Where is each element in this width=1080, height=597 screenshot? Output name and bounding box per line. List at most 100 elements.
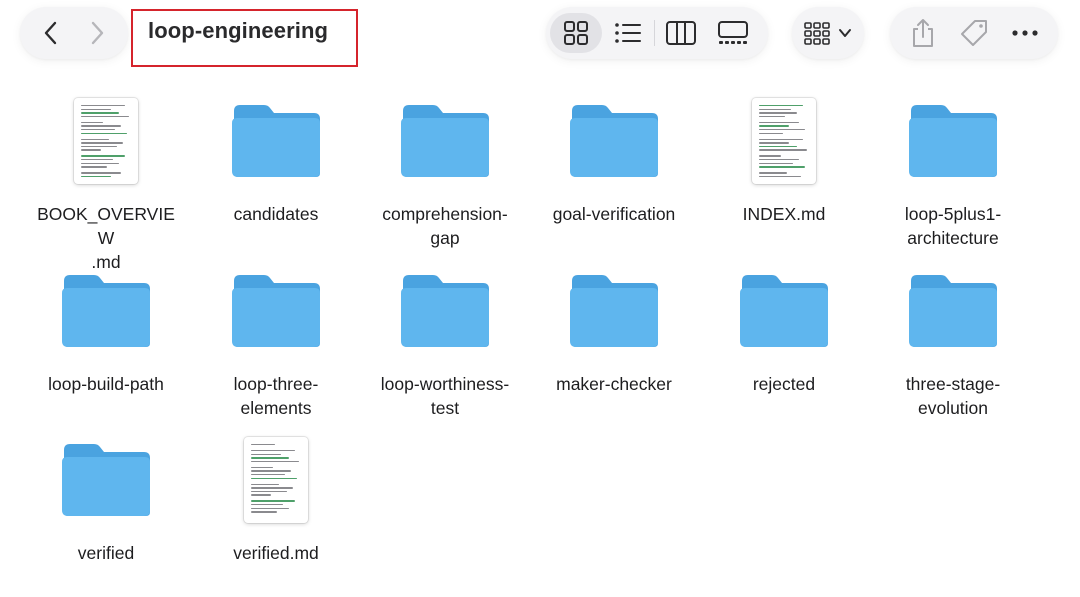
folder-item[interactable]: three-stage-evolution [869,264,1037,420]
item-label-line2: architecture [907,228,999,248]
item-icon-wrap [192,433,360,527]
folder-icon [909,275,997,347]
item-label-line1: rejected [752,374,816,394]
action-group [890,7,1058,59]
item-label-line1: loop-three- [233,374,319,394]
back-button[interactable] [31,13,71,53]
document-icon [244,437,308,523]
icon-view-button[interactable] [550,13,602,53]
item-label-line1: comprehension- [382,204,508,224]
back-icon [44,21,57,45]
share-icon [913,19,934,47]
item-label: three-stage-evolution [878,372,1028,420]
folder-icon [62,444,150,516]
folder-item[interactable]: comprehension-gap [361,94,529,250]
folder-icon [909,105,997,177]
toolbar: loop-engineering [0,0,1080,72]
item-label-line1: verified.md [233,543,319,563]
item-label-line1: loop-build-path [48,374,164,394]
folder-icon [570,105,658,177]
group-control [792,7,864,59]
folder-item[interactable]: loop-worthiness-test [361,264,529,420]
folder-icon [232,275,320,347]
item-label-line1: maker-checker [556,374,672,394]
folder-icon [740,275,828,347]
item-icon-wrap [192,94,360,188]
item-label: loop-build-path [31,372,181,396]
folder-item[interactable]: loop-5plus1- architecture [869,94,1037,250]
item-icon-wrap [869,94,1037,188]
group-by-button[interactable] [798,13,858,53]
item-label-line1: loop-5plus1- [904,204,1002,224]
list-view-button[interactable] [602,13,654,53]
item-label: loop-5plus1- architecture [878,202,1028,250]
folder-item[interactable]: verified [22,433,190,565]
item-label: goal-verification [539,202,689,226]
item-label: loop-three-elements [201,372,351,420]
item-icon-wrap [22,94,190,188]
item-label-line1: goal-verification [552,204,676,224]
item-icon-wrap [192,264,360,358]
view-switcher [546,7,768,59]
item-label-line2: evolution [917,398,989,418]
folder-item[interactable]: loop-build-path [22,264,190,396]
document-icon [74,98,138,184]
gallery-view-button[interactable] [707,13,759,53]
folder-item[interactable]: goal-verification [530,94,698,226]
folder-icon [232,105,320,177]
folder-item[interactable]: candidates [192,94,360,226]
item-icon-wrap [530,264,698,358]
list-view-icon [615,23,641,43]
folder-icon [401,275,489,347]
window-title: loop-engineering [148,18,329,43]
item-label: verified.md [201,541,351,565]
group-icon [804,22,830,45]
folder-item[interactable]: maker-checker [530,264,698,396]
item-label: rejected [709,372,859,396]
document-icon [752,98,816,184]
chevron-down-icon [839,29,851,37]
item-label-line2: elements [240,398,312,418]
folder-icon [570,275,658,347]
item-icon-wrap [361,264,529,358]
item-icon-wrap [869,264,1037,358]
item-label-line1: candidates [233,204,319,224]
item-label: INDEX.md [709,202,859,226]
more-icon [1012,30,1038,36]
folder-item[interactable]: loop-three-elements [192,264,360,420]
item-label: loop-worthiness-test [370,372,520,420]
item-label-line2: test [430,398,460,418]
forward-button[interactable] [77,13,117,53]
folder-item[interactable]: rejected [700,264,868,396]
icon-view-icon [564,21,588,45]
item-label: verified [31,541,181,565]
column-view-icon [666,21,696,45]
item-icon-wrap [22,433,190,527]
item-icon-wrap [530,94,698,188]
item-label-line1: BOOK_OVERVIEW [37,204,175,248]
folder-icon [401,105,489,177]
item-label-line1: loop-worthiness- [380,374,510,394]
more-button[interactable] [1003,13,1047,53]
item-icon-wrap [361,94,529,188]
item-label-line1: verified [77,543,135,563]
navigation-group [20,7,128,59]
item-icon-wrap [700,264,868,358]
item-icon-wrap [22,264,190,358]
tag-button[interactable] [952,13,996,53]
item-icon-wrap [700,94,868,188]
share-button[interactable] [901,13,945,53]
file-item[interactable]: BOOK_OVERVIEW .md [22,94,190,274]
column-view-button[interactable] [655,13,707,53]
item-label-line1: three-stage- [905,374,1001,394]
item-label: candidates [201,202,351,226]
item-label-line2: gap [430,228,460,248]
forward-icon [91,21,104,45]
item-label: comprehension-gap [370,202,520,250]
gallery-view-icon [718,21,748,44]
file-item[interactable]: verified.md [192,433,360,565]
tag-icon [960,20,987,46]
file-item[interactable]: INDEX.md [700,94,868,226]
item-label-line1: INDEX.md [742,204,826,224]
item-label: maker-checker [539,372,689,396]
